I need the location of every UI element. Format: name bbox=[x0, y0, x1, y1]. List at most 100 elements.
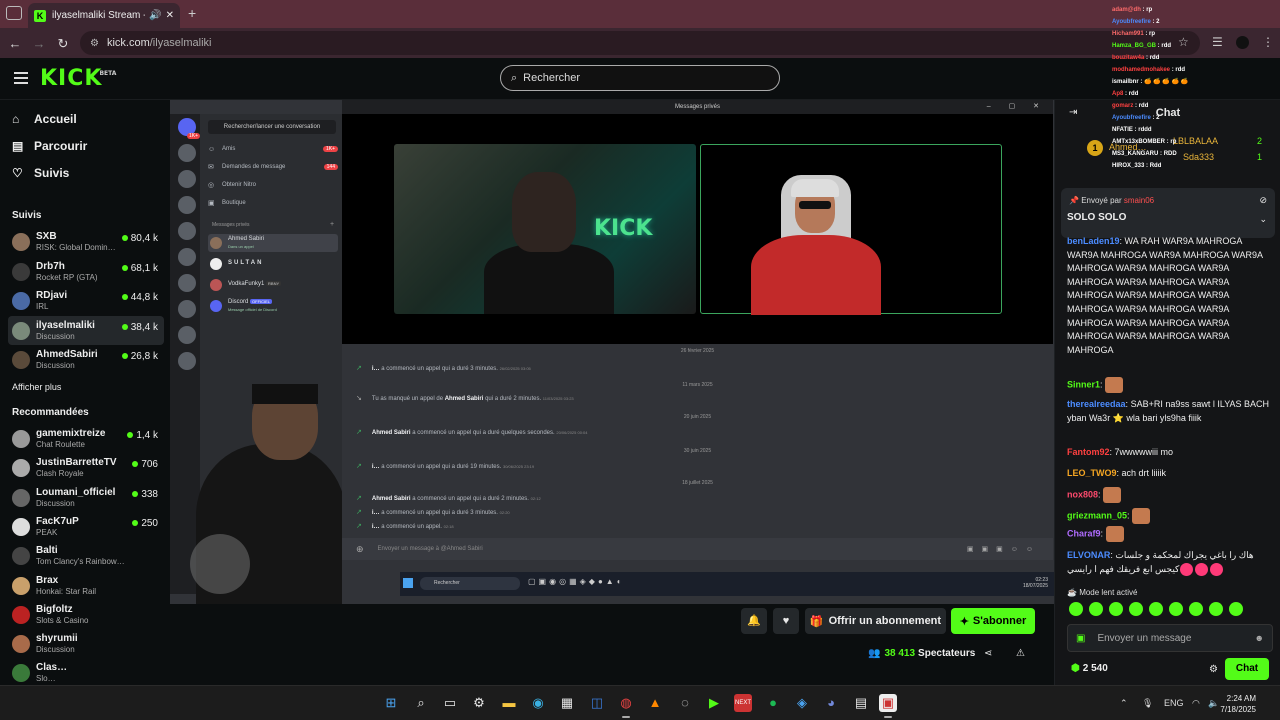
channel-item[interactable]: SXB RISK: Global Domin… 80,4 k bbox=[8, 227, 164, 256]
emote-icon[interactable] bbox=[1209, 602, 1223, 616]
gift-subscription-button[interactable]: 🎁 Offrir un abonnement bbox=[805, 608, 946, 634]
dm-user-item[interactable]: Discord OFFICIEL Message officiel de Disc… bbox=[208, 297, 338, 315]
window-controls-icon[interactable]: – ▢ ✕ bbox=[987, 100, 1047, 114]
reload-icon[interactable]: ↻ bbox=[52, 36, 74, 52]
server-icon[interactable] bbox=[178, 248, 196, 266]
browser-menu-icon[interactable]: ⋮ bbox=[1262, 35, 1274, 49]
follow-heart-button[interactable]: ♥ bbox=[773, 608, 799, 634]
chat-username[interactable]: ELVONAR bbox=[1067, 550, 1110, 560]
channel-item[interactable]: Loumani_officiel Discussion 338 bbox=[8, 483, 164, 512]
speaker-icon[interactable]: 🔊 bbox=[149, 10, 161, 21]
channel-item[interactable]: Brax Honkai: Star Rail bbox=[8, 571, 164, 600]
server-icon[interactable] bbox=[178, 352, 196, 370]
server-icon[interactable] bbox=[178, 300, 196, 318]
close-tab-icon[interactable]: ✕ bbox=[166, 10, 174, 21]
channel-item[interactable]: FacK7uP PEAK 250 bbox=[8, 512, 164, 541]
next-app-icon[interactable]: NEXT bbox=[734, 694, 752, 712]
show-more-link[interactable]: Afficher plus bbox=[12, 382, 61, 392]
emote-icon[interactable] bbox=[1149, 602, 1163, 616]
sidebar-item-parcourir[interactable]: ▤ Parcourir bbox=[12, 139, 87, 153]
chat-input[interactable]: ▣ Envoyer un message ☻ bbox=[1067, 624, 1273, 652]
channel-item[interactable]: Bigfoltz Slots & Casino bbox=[8, 600, 164, 629]
channel-item[interactable]: AhmedSabiri Discussion 26,8 k bbox=[8, 345, 164, 374]
channel-item[interactable]: gamemixtreize Chat Roulette 1,4 k bbox=[8, 424, 164, 453]
app-icon[interactable]: ▲ bbox=[646, 694, 664, 712]
search-input[interactable]: ⌕ Rechercher bbox=[500, 65, 780, 91]
chat-username[interactable]: nox808 bbox=[1067, 489, 1098, 499]
report-icon[interactable]: ⚠ bbox=[1016, 648, 1025, 659]
message-tools-icon[interactable]: ▣▣▣☺☺ bbox=[967, 545, 1041, 553]
app-icon[interactable]: ▣ bbox=[879, 694, 897, 718]
dm-menu-shop[interactable]: ▣ Boutique bbox=[208, 196, 338, 210]
notification-bell-button[interactable]: 🔔 bbox=[741, 608, 767, 634]
chat-username[interactable]: therealreedaa bbox=[1067, 399, 1126, 409]
wifi-icon[interactable]: ◠ bbox=[1192, 698, 1200, 709]
channel-item[interactable]: Clas… Slo… bbox=[8, 658, 164, 685]
profile-avatar[interactable] bbox=[1236, 36, 1249, 49]
chat-username[interactable]: Fantom92 bbox=[1067, 447, 1110, 457]
microphone-icon[interactable]: 🎙 bbox=[1142, 698, 1153, 709]
system-clock[interactable]: 2:24 AM 7/18/2025 bbox=[1220, 693, 1256, 715]
emote-icon[interactable] bbox=[1229, 602, 1243, 616]
chat-username[interactable]: griezmann_05 bbox=[1067, 510, 1127, 520]
channel-points[interactable]: ⬢ 2 540 bbox=[1071, 663, 1108, 674]
emote-icon[interactable] bbox=[1109, 602, 1123, 616]
chat-username[interactable]: LEO_TWO9 bbox=[1067, 468, 1117, 478]
channel-item[interactable]: Balti Tom Clancy's Rainbow… bbox=[8, 541, 164, 570]
dm-user-item[interactable]: VodkaFunky1 RBNY bbox=[208, 276, 338, 294]
add-dm-icon[interactable]: + bbox=[330, 221, 334, 228]
call-video-tile-1[interactable]: KICK bbox=[394, 144, 696, 314]
search-icon[interactable]: ⌕ bbox=[412, 694, 430, 712]
store-icon[interactable]: ▦ bbox=[558, 694, 576, 712]
url-field[interactable]: ⚙ kick.com/ilyaselmaliki bbox=[80, 31, 1200, 55]
edge-icon[interactable]: ◉ bbox=[529, 694, 547, 712]
chat-username[interactable]: benLaden19 bbox=[1067, 236, 1120, 246]
emote-icon[interactable] bbox=[1089, 602, 1103, 616]
hamburger-menu-icon[interactable] bbox=[14, 72, 28, 84]
language-indicator[interactable]: ENG bbox=[1164, 698, 1184, 708]
server-icon[interactable] bbox=[178, 326, 196, 344]
channel-item[interactable]: shyrumii Discussion bbox=[8, 629, 164, 658]
dm-menu-nitro[interactable]: ◎ Obtenir Nitro bbox=[208, 178, 338, 192]
emote-icon[interactable] bbox=[1069, 602, 1083, 616]
chevron-down-icon[interactable]: ⌄ bbox=[1259, 214, 1267, 225]
windows-start-icon[interactable]: ⊞ bbox=[382, 694, 400, 712]
dm-user-item[interactable]: Ahmed Sabiri Dans un appel bbox=[208, 234, 338, 252]
tray-chevron-icon[interactable]: ⌃ bbox=[1120, 698, 1128, 709]
share-icon[interactable]: ⋖ bbox=[984, 648, 992, 659]
send-chat-button[interactable]: Chat bbox=[1225, 658, 1269, 680]
emote-icon[interactable] bbox=[1169, 602, 1183, 616]
dm-menu-requests[interactable]: ✉ Demandes de message 144 bbox=[208, 160, 338, 174]
kick-logo[interactable]: KICK BETA bbox=[40, 66, 116, 91]
dm-menu-friends[interactable]: ☺ Amis 1K+ bbox=[208, 142, 338, 156]
sidebar-item-accueil[interactable]: ⌂ Accueil bbox=[12, 112, 77, 126]
file-explorer-icon[interactable]: ▬ bbox=[500, 694, 518, 712]
volume-icon[interactable]: 🔈 bbox=[1208, 698, 1219, 709]
tab-menu-icon[interactable] bbox=[6, 6, 22, 20]
chat-username[interactable]: Charaf9 bbox=[1067, 528, 1101, 538]
back-icon[interactable]: ← bbox=[4, 36, 26, 51]
chat-settings-icon[interactable]: ⚙ bbox=[1209, 664, 1218, 675]
sidebar-item-suivis[interactable]: ♡ Suivis bbox=[12, 166, 69, 180]
outlook-icon[interactable]: ◫ bbox=[588, 694, 606, 712]
app-icon[interactable]: ◌ bbox=[676, 694, 694, 712]
call-video-tile-2[interactable] bbox=[700, 144, 1002, 315]
dm-search-input[interactable]: Rechercher/lancer une conversation bbox=[208, 120, 336, 134]
discord-home-icon[interactable]: 1K+ bbox=[178, 118, 200, 139]
channel-item-active[interactable]: ilyaselmaliki Discussion 38,4 k bbox=[8, 316, 164, 345]
discord-message-input[interactable]: ⊕ Envoyer un message à @Ahmed Sabiri ▣▣▣☺☺ bbox=[342, 538, 1053, 560]
forward-icon[interactable]: → bbox=[28, 36, 50, 51]
chrome-icon[interactable]: ◍ bbox=[617, 694, 635, 718]
new-tab-icon[interactable]: + bbox=[188, 5, 196, 21]
app-icon[interactable]: ◈ bbox=[793, 694, 811, 712]
discord-icon[interactable]: ◕ bbox=[822, 694, 840, 712]
site-info-icon[interactable]: ⚙ bbox=[90, 38, 99, 49]
spotify-icon[interactable]: ● bbox=[764, 694, 782, 712]
video-player[interactable]: 1K+ Messages privés – ▢ ✕ Rechercher/lanc… bbox=[170, 100, 1054, 604]
server-icon[interactable] bbox=[178, 222, 196, 240]
emote-icon[interactable] bbox=[1189, 602, 1203, 616]
chat-username[interactable]: Sinner1 bbox=[1067, 379, 1100, 389]
dm-user-item[interactable]: SULTAN bbox=[208, 255, 338, 273]
emote-icon[interactable] bbox=[1129, 602, 1143, 616]
pinned-message[interactable]: 📌 Envoyé par smain06 SOLO SOLO ⊘ ⌄ bbox=[1061, 188, 1275, 238]
